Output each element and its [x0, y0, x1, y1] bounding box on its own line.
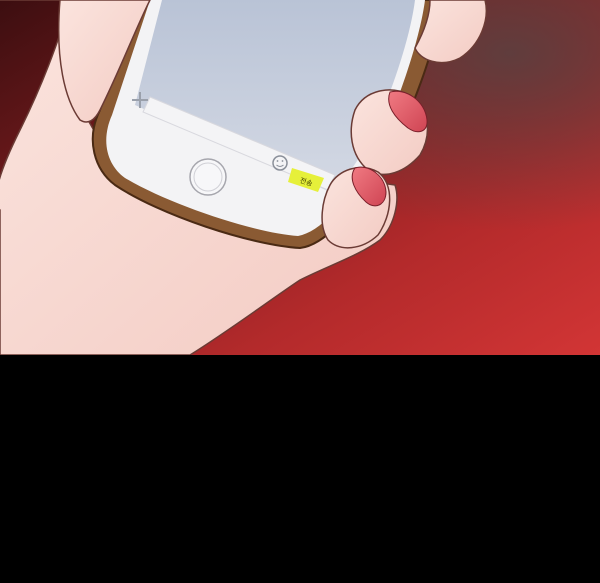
- comic-panel: 전송: [0, 0, 600, 583]
- black-gutter: [0, 355, 600, 583]
- home-button[interactable]: [189, 158, 227, 196]
- phone-in-hand-illustration: 전송: [0, 0, 600, 355]
